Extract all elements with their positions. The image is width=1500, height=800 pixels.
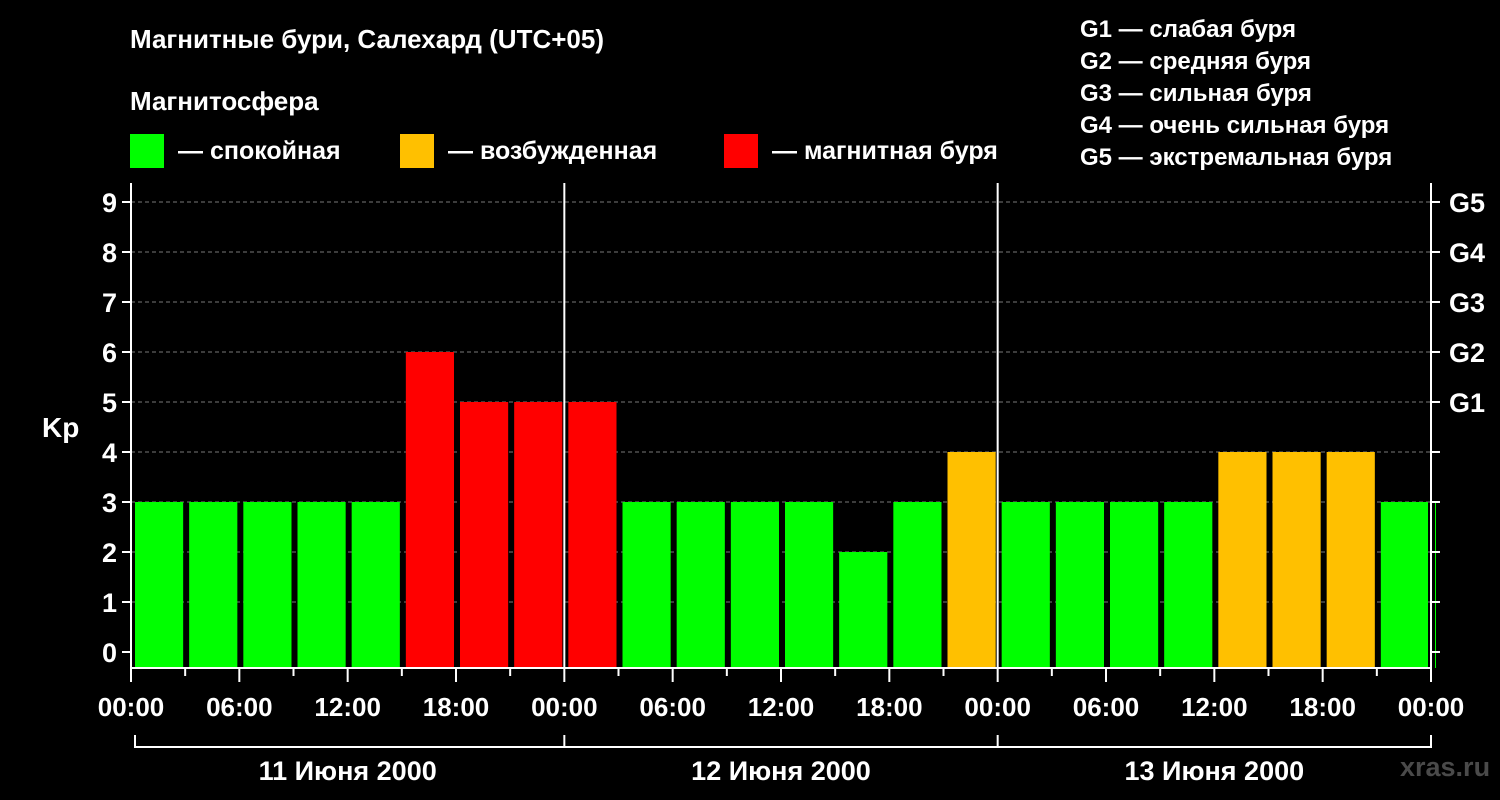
g-level-label-g2: G2 <box>1449 338 1485 368</box>
kp-bar-7 <box>514 402 563 668</box>
x-tick-label-9: 06:00 <box>1073 692 1140 722</box>
g-level-label-g4: G4 <box>1449 238 1485 268</box>
watermark: xras.ru <box>1400 752 1491 782</box>
x-tick-label-11: 18:00 <box>1289 692 1356 722</box>
y-tick-label-9: 9 <box>102 188 117 218</box>
day-label-2: 12 Июня 2000 <box>691 756 871 786</box>
x-tick-label-5: 06:00 <box>639 692 706 722</box>
x-tick-label-6: 12:00 <box>748 692 815 722</box>
kp-bar-6 <box>460 402 509 668</box>
y-tick-label-7: 7 <box>102 288 117 318</box>
x-tick-label-7: 18:00 <box>856 692 923 722</box>
day-label-1: 11 Июня 2000 <box>259 756 437 786</box>
kp-bar-10 <box>676 502 725 668</box>
y-tick-label-5: 5 <box>102 388 117 418</box>
y-tick-label-6: 6 <box>102 338 117 368</box>
kp-bar-8 <box>568 402 617 668</box>
kp-bar-16 <box>1001 502 1050 668</box>
y-tick-label-3: 3 <box>102 488 117 518</box>
kp-bar-21 <box>1272 452 1321 668</box>
kp-bar-22 <box>1326 452 1375 668</box>
x-tick-label-8: 00:00 <box>964 692 1031 722</box>
x-tick-label-1: 06:00 <box>206 692 273 722</box>
g-level-label-g1: G1 <box>1449 388 1485 418</box>
kp-bar-13 <box>839 552 888 668</box>
x-tick-label-10: 12:00 <box>1181 692 1248 722</box>
kp-bar-15 <box>947 452 996 668</box>
kp-bar-20 <box>1218 452 1267 668</box>
kp-bar-19 <box>1164 502 1213 668</box>
kp-bar-14 <box>893 502 942 668</box>
kp-bar-9 <box>622 502 671 668</box>
kp-bar-4 <box>351 502 400 668</box>
y-tick-label-1: 1 <box>102 588 117 618</box>
kp-bar-1 <box>189 502 238 668</box>
x-tick-label-12: 00:00 <box>1398 692 1465 722</box>
kp-bar-24 <box>1435 502 1436 668</box>
x-tick-label-2: 12:00 <box>314 692 381 722</box>
g-level-label-g5: G5 <box>1449 188 1485 218</box>
kp-bar-2 <box>243 502 292 668</box>
y-tick-label-8: 8 <box>102 238 117 268</box>
kp-bar-5 <box>405 352 454 668</box>
y-tick-label-0: 0 <box>102 638 117 668</box>
kp-bar-chart: 0 1 2 3 4 5 6 7 8 9 G1 G2 G3 G4 G5 00:00 06:00 12:00 18:00… <box>98 183 1485 786</box>
kp-bar-11 <box>730 502 779 668</box>
x-tick-label-3: 18:00 <box>423 692 490 722</box>
x-tick-label-4: 00:00 <box>531 692 598 722</box>
kp-bar-17 <box>1055 502 1104 668</box>
kp-bar-23 <box>1380 502 1428 668</box>
kp-bar-18 <box>1110 502 1159 668</box>
kp-bar-12 <box>785 502 834 668</box>
x-tick-label-0: 00:00 <box>98 692 165 722</box>
kp-bar-0 <box>135 502 184 668</box>
kp-bar-3 <box>297 502 346 668</box>
y-tick-label-2: 2 <box>102 538 117 568</box>
y-tick-label-4: 4 <box>102 438 117 468</box>
day-label-3: 13 Июня 2000 <box>1125 756 1305 786</box>
g-level-label-g3: G3 <box>1449 288 1485 318</box>
